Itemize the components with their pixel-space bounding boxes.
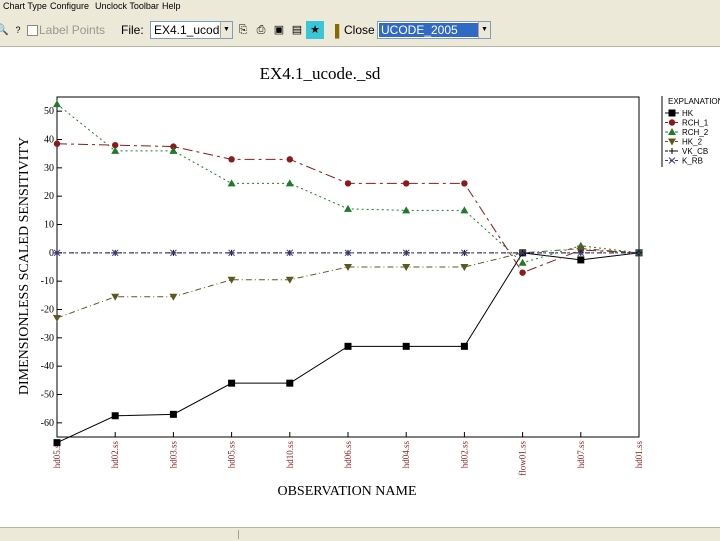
legend-entry-label: RCH_2 (682, 128, 709, 137)
data-point (344, 342, 352, 350)
y-tick-label: -50 (41, 390, 54, 401)
data-point (285, 179, 294, 187)
x-tick-label: hd02.ss (459, 441, 469, 469)
x-axis-label: OBSERVATION NAME (277, 484, 416, 499)
legend-entry-label: VK_CB (682, 147, 708, 156)
x-tick-label: hd05.ss (227, 441, 237, 469)
chevron-down-icon[interactable]: ▼ (220, 22, 232, 38)
chevron-down-icon[interactable]: ▼ (478, 22, 490, 38)
menu-help[interactable]: Help (162, 1, 181, 11)
status-bar (0, 527, 720, 541)
legend-title: EXPLANATION (668, 97, 720, 106)
data-point (460, 342, 468, 350)
data-point (668, 128, 676, 135)
legend-entry-label: K_RB (682, 157, 703, 166)
label-points-label: Label Points (39, 23, 106, 37)
x-tick-label: hd01.ss (634, 441, 644, 469)
data-point (53, 140, 61, 147)
x-tick-label: hd03.ss (168, 441, 178, 469)
data-point (53, 439, 61, 447)
legend-entry-label: RCH_1 (682, 119, 709, 128)
y-tick-label: 50 (44, 106, 54, 117)
data-point (669, 148, 675, 154)
copy-icon[interactable]: ⎘ (234, 21, 252, 39)
sensitivity-chart: EX4.1_ucode._sd OBSERVATION NAME DIMENSI… (17, 64, 720, 499)
print-icon[interactable]: ⎙ (252, 21, 270, 39)
data-point (228, 379, 236, 387)
data-point (668, 138, 676, 146)
data-point (461, 180, 468, 187)
menu-unclock-toolbar[interactable]: Unclock Toolbar (95, 1, 159, 11)
data-point (53, 315, 61, 322)
y-tick-label: 30 (44, 163, 54, 174)
label-points-checkbox[interactable] (27, 25, 38, 36)
export-icon[interactable]: ▤ (288, 21, 306, 39)
x-tick-label: hd04.ss (401, 441, 411, 469)
y-tick-label: -40 (41, 361, 54, 372)
data-point (668, 109, 676, 117)
y-tick-label: 0 (49, 248, 54, 259)
data-point (111, 293, 120, 301)
file-select[interactable]: EX4.1_ucod ▼ (150, 21, 233, 39)
menu-bar: Chart Type Configure Unclock Toolbar Hel… (0, 0, 720, 13)
menu-configure[interactable]: Configure (50, 1, 89, 11)
data-point (668, 157, 676, 164)
x-tick-label: hd07.ss (576, 441, 586, 469)
data-point (286, 156, 293, 163)
toolbar: 🔍 ? Label Points File: EX4.1_ucod ▼ ⎘ ⎙ … (0, 13, 720, 47)
chart-title: EX4.1_ucode._sd (260, 64, 381, 83)
app-select[interactable]: UCODE_2005 ▼ (377, 21, 491, 39)
data-point (577, 256, 585, 264)
y-tick-label: -10 (41, 276, 54, 287)
data-point (519, 269, 526, 276)
data-point (403, 180, 410, 187)
data-point (227, 179, 236, 187)
close-button[interactable]: ▐ Close (328, 21, 375, 39)
y-tick-label: -30 (41, 333, 54, 344)
y-tick-label: 20 (44, 191, 54, 202)
y-tick-label: 40 (44, 135, 54, 146)
run-icon[interactable]: ★ (306, 21, 324, 39)
data-point (169, 410, 177, 418)
app-select-value: UCODE_2005 (379, 23, 478, 37)
y-axis-label: DIMENSIONLESS SCALED SENSITIVITY (17, 137, 32, 395)
save-icon[interactable]: ▣ (270, 21, 288, 39)
series-line (56, 248, 640, 319)
legend-entry-label: HK_2 (682, 138, 703, 147)
data-point (111, 146, 120, 154)
menu-chart-type[interactable]: Chart Type (3, 1, 47, 11)
door-icon: ▐ (330, 24, 340, 38)
file-select-value: EX4.1_ucod (154, 23, 220, 37)
data-point (668, 119, 676, 126)
help-icon[interactable]: ? (9, 21, 27, 39)
data-point (344, 180, 352, 187)
data-point (402, 342, 410, 350)
data-point (228, 156, 235, 163)
status-divider (238, 530, 239, 539)
x-tick-label: flow01.ss (518, 441, 528, 476)
x-tick-label: hd10.ss (285, 441, 295, 469)
series-hk (53, 249, 643, 447)
y-tick-label: -60 (41, 418, 54, 429)
x-tick-label: hd06.ss (343, 441, 353, 469)
x-tick-label: hd02.ss (110, 441, 120, 469)
close-button-label: Close (344, 23, 375, 37)
data-point (460, 206, 469, 214)
data-point (111, 412, 119, 420)
legend-entry-label: HK (682, 109, 694, 118)
data-point (344, 204, 352, 212)
data-point (286, 379, 294, 387)
data-point (53, 100, 61, 108)
file-label: File: (121, 23, 144, 37)
y-tick-label: 10 (44, 220, 54, 231)
y-tick-label: -20 (41, 305, 54, 316)
